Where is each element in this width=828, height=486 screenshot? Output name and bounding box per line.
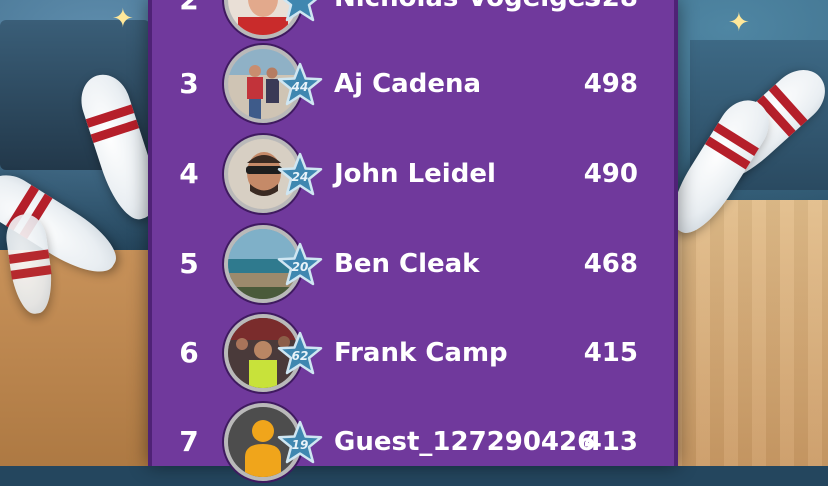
rank-number: 6 [179, 336, 199, 369]
player-name: John Leidel [334, 159, 496, 189]
rank-number: 5 [179, 247, 199, 280]
star-badge-icon: 62 [277, 331, 323, 377]
player-score: 490 [583, 159, 638, 189]
player-score: 415 [583, 338, 638, 368]
star-badge-icon [277, 0, 323, 24]
level-number: 62 [292, 349, 309, 363]
player-score: 528 [584, 0, 638, 42]
leaderboard-row[interactable]: 4 24 John Leidel 490 [152, 130, 674, 218]
rank-number: 2 [174, 0, 204, 44]
rank-number: 4 [179, 157, 199, 190]
player-score: 413 [583, 427, 638, 457]
leaderboard-row[interactable]: 7 19 Guest_127290426 413 [152, 398, 674, 486]
rank-number: 7 [179, 425, 199, 458]
player-name: Guest_127290426 [334, 427, 596, 457]
player-name: Nicholas Vogelges [334, 0, 601, 42]
star-badge-icon: 24 [277, 152, 323, 198]
level-number: 20 [292, 260, 309, 274]
player-name: Aj Cadena [334, 69, 482, 99]
level-number: 24 [292, 170, 309, 184]
sparkle-icon: ✦ [112, 4, 134, 34]
leaderboard-row[interactable]: 6 62 Frank Camp 415 [152, 309, 674, 397]
player-score: 468 [583, 249, 638, 279]
star-badge-icon: 44 [277, 62, 323, 108]
leaderboard-panel: 2 Nicholas Vogelges 528 3 [148, 0, 678, 481]
player-name: Ben Cleak [334, 249, 480, 279]
leaderboard-row[interactable]: 5 20 Ben Cleak 468 [152, 220, 674, 308]
star-badge-icon: 19 [277, 420, 323, 466]
rank-number: 3 [179, 67, 199, 100]
leaderboard-row[interactable]: 3 44 Aj Cadena 498 [152, 40, 674, 128]
sparkle-icon: ✦ [728, 8, 750, 38]
leaderboard-row[interactable]: 2 Nicholas Vogelges 528 [152, 0, 674, 44]
level-number: 19 [292, 438, 309, 452]
star-badge-icon: 20 [277, 242, 323, 288]
level-number: 44 [291, 80, 309, 94]
player-name: Frank Camp [334, 338, 508, 368]
player-score: 498 [583, 69, 638, 99]
